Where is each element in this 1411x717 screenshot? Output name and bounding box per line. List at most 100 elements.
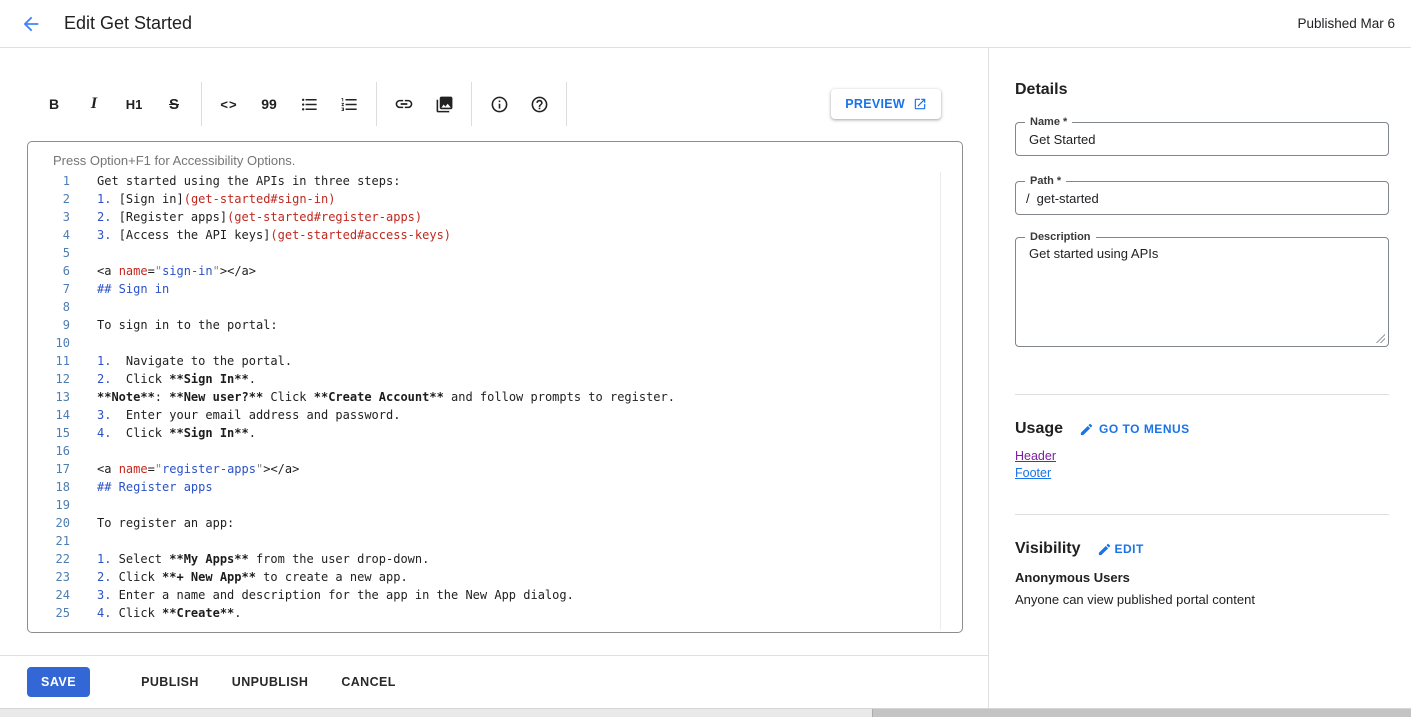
cancel-button[interactable]: CANCEL <box>341 675 395 689</box>
insert-link-button[interactable] <box>384 84 424 124</box>
line-content: <a name="sign-in"></a> <box>97 262 256 280</box>
path-field-label: Path * <box>1025 175 1066 188</box>
publish-button[interactable]: PUBLISH <box>141 675 199 689</box>
line-number: 25 <box>28 604 70 622</box>
italic-button[interactable]: I <box>74 84 114 124</box>
pencil-icon <box>1079 422 1094 437</box>
line-number: 21 <box>28 532 70 550</box>
resize-handle[interactable] <box>1376 334 1385 343</box>
line-content: 1. [Sign in](get-started#sign-in) <box>97 190 335 208</box>
line-content: ## Sign in <box>97 280 169 298</box>
editor-line: 43. [Access the API keys](get-started#ac… <box>28 226 962 244</box>
line-number: 18 <box>28 478 70 496</box>
line-number: 9 <box>28 316 70 334</box>
line-content: 2. Click **Sign In**. <box>97 370 256 388</box>
line-content: ## Register apps <box>97 478 213 496</box>
path-prefix: / <box>1016 191 1030 206</box>
line-number: 24 <box>28 586 70 604</box>
editor-line: 13**Note**: **New user?** Click **Create… <box>28 388 962 406</box>
bold-icon: B <box>49 96 59 112</box>
edit-page-app: Edit Get Started Published Mar 6 B I H1 … <box>0 0 1411 708</box>
save-button[interactable]: SAVE <box>27 667 90 697</box>
editor-line: 19 <box>28 496 962 514</box>
go-to-menus-label: GO TO MENUS <box>1099 422 1190 436</box>
editor-line: 254. Click **Create**. <box>28 604 962 622</box>
preview-button-label: PREVIEW <box>845 97 905 111</box>
line-number: 15 <box>28 424 70 442</box>
image-library-icon <box>435 95 454 114</box>
open-in-new-icon <box>913 97 927 111</box>
line-number: 14 <box>28 406 70 424</box>
blockquote-button[interactable]: 99 <box>249 84 289 124</box>
editor-line: 24 3. Enter a name and description for th… <box>28 586 962 604</box>
toolbar-divider <box>201 82 202 126</box>
usage-link-footer[interactable]: Footer <box>1015 465 1051 481</box>
line-content: 3. Enter a name and description for the … <box>97 586 574 604</box>
italic-icon: I <box>91 95 97 113</box>
path-input[interactable] <box>1030 182 1388 214</box>
line-number: 1 <box>28 172 70 190</box>
line-content: To register an app: <box>97 514 234 532</box>
page-title: Edit Get Started <box>64 13 192 34</box>
back-button[interactable] <box>18 11 44 37</box>
toolbar-divider <box>471 82 472 126</box>
line-number: 11 <box>28 352 70 370</box>
usage-link-header[interactable]: Header <box>1015 448 1056 464</box>
line-content: To sign in to the portal: <box>97 316 278 334</box>
editor-column: B I H1 S <> 99 <box>0 48 988 708</box>
line-number: 7 <box>28 280 70 298</box>
section-divider <box>1015 394 1389 395</box>
preview-button[interactable]: PREVIEW <box>831 89 941 119</box>
line-content: **Note**: **New user?** Click **Create A… <box>97 388 675 406</box>
editor-line: 5 <box>28 244 962 262</box>
line-content: 1. Navigate to the portal. <box>97 352 292 370</box>
line-number: 19 <box>28 496 70 514</box>
usage-heading: Usage <box>1015 419 1063 439</box>
arrow-back-icon <box>20 13 42 35</box>
description-textarea[interactable]: Get started using APIs <box>1016 238 1388 330</box>
line-number: 22 <box>28 550 70 568</box>
line-number: 5 <box>28 244 70 262</box>
line-number: 8 <box>28 298 70 316</box>
strikethrough-button[interactable]: S <box>154 84 194 124</box>
edit-visibility-label: EDIT <box>1115 542 1144 556</box>
markdown-toolbar: B I H1 S <> 99 <box>34 82 941 126</box>
insert-image-button[interactable] <box>424 84 464 124</box>
heading-button[interactable]: H1 <box>114 84 154 124</box>
top-header: Edit Get Started Published Mar 6 <box>0 0 1411 48</box>
editor-line: 122. Click **Sign In**. <box>28 370 962 388</box>
editor-line: 154. Click **Sign In**. <box>28 424 962 442</box>
quote-icon: 99 <box>261 96 277 112</box>
go-to-menus-button[interactable]: GO TO MENUS <box>1079 422 1190 437</box>
numbered-list-button[interactable] <box>329 84 369 124</box>
details-heading: Details <box>1015 80 1389 100</box>
info-button[interactable] <box>479 84 519 124</box>
toolbar-divider <box>566 82 567 126</box>
visibility-description: Anyone can view published portal content <box>1015 592 1389 607</box>
editor-scrollbar-track[interactable] <box>940 172 941 630</box>
horizontal-scrollbar[interactable] <box>0 708 1411 717</box>
heading-1-icon: H1 <box>126 97 143 112</box>
section-divider <box>1015 514 1389 515</box>
editor-line: 32. [Register apps](get-started#register… <box>28 208 962 226</box>
line-number: 2 <box>28 190 70 208</box>
help-button[interactable] <box>519 84 559 124</box>
line-content: 3. [Access the API keys](get-started#acc… <box>97 226 451 244</box>
toolbar-divider <box>376 82 377 126</box>
bold-button[interactable]: B <box>34 84 74 124</box>
code-button[interactable]: <> <box>209 84 249 124</box>
editor-line: 11 1. Navigate to the portal. <box>28 352 962 370</box>
edit-visibility-button[interactable]: EDIT <box>1097 542 1144 557</box>
line-content: 2. Click **+ New App** to create a new a… <box>97 568 408 586</box>
editor-line: 143. Enter your email address and passwo… <box>28 406 962 424</box>
editor-line: 21 <box>28 532 962 550</box>
editor-line: 17<a name="register-apps"></a> <box>28 460 962 478</box>
horizontal-scrollbar-thumb[interactable] <box>872 709 1411 717</box>
bulleted-list-button[interactable] <box>289 84 329 124</box>
unpublish-button[interactable]: UNPUBLISH <box>232 675 309 689</box>
editor-line: 7 ## Sign in <box>28 280 962 298</box>
content-area: B I H1 S <> 99 <box>0 48 1411 708</box>
line-number: 17 <box>28 460 70 478</box>
markdown-editor[interactable]: Press Option+F1 for Accessibility Option… <box>27 141 963 633</box>
strikethrough-icon: S <box>169 96 179 113</box>
